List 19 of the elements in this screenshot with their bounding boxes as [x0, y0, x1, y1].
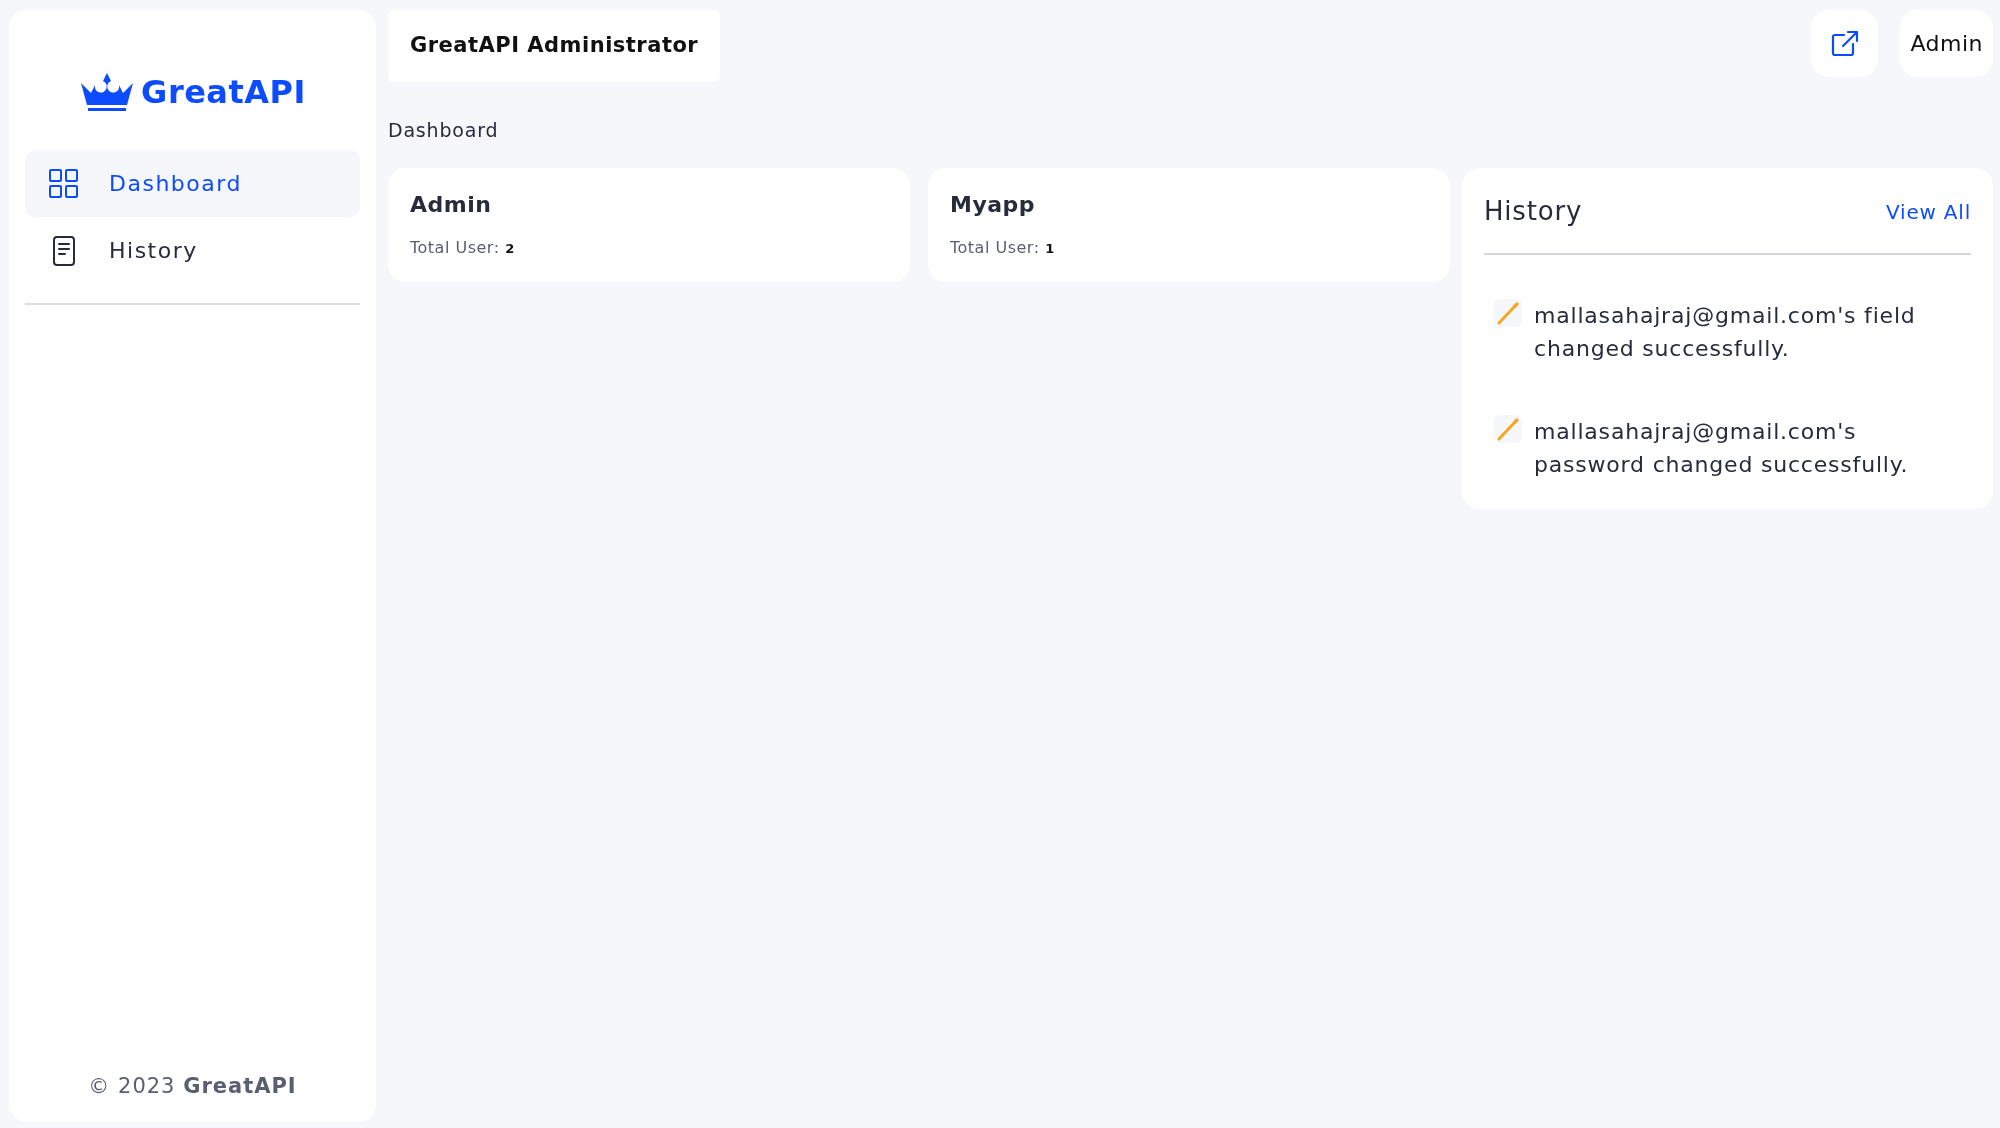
page-title: GreatAPI Administrator	[388, 10, 721, 82]
history-entry: mallasahajraj@gmail.com's field changed successfully.	[1534, 302, 1917, 363]
grid-icon	[49, 168, 79, 199]
copyright-text: © 2023 GreatAPI	[87, 1072, 298, 1100]
sidebar-item[interactable]: History	[25, 217, 360, 284]
brand-name: GreatAPI	[141, 72, 306, 113]
breadcrumb-text: Dashboard	[388, 117, 500, 143]
history-entry: mallasahajraj@gmail.com's password changed successfully.	[1534, 418, 1910, 479]
stat-text: Total User: 2	[410, 237, 516, 260]
external-link-icon	[1830, 29, 1859, 58]
stat-title: Myapp	[950, 192, 1037, 219]
crown-logo-icon	[79, 71, 136, 113]
user-menu-button[interactable]: Admin	[1900, 10, 1993, 77]
stat-text: Total User: 1	[950, 237, 1056, 260]
sidebar-item[interactable]: Dashboard	[25, 150, 360, 217]
external-link-button[interactable]	[1811, 10, 1879, 77]
view-all-link[interactable]: View All	[1886, 196, 1971, 227]
stat-title: Admin	[410, 192, 493, 219]
history-title: History	[1484, 195, 1583, 228]
